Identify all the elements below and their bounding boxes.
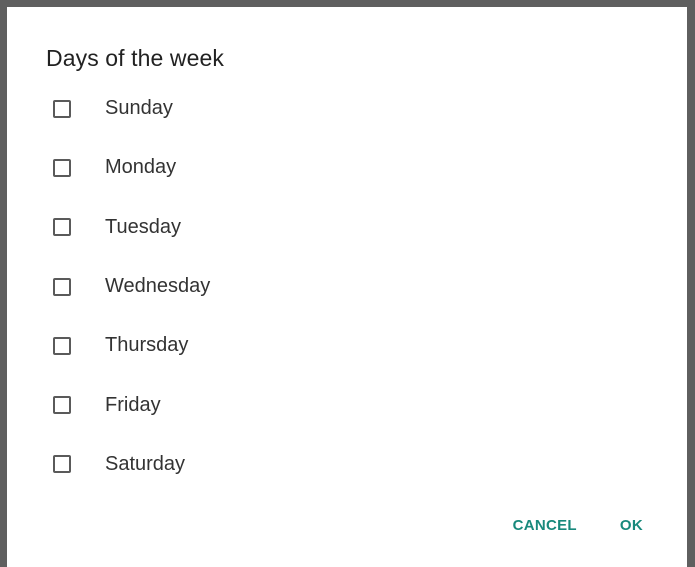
day-option-thursday[interactable]: Thursday bbox=[7, 316, 687, 375]
checkbox-icon[interactable] bbox=[53, 396, 71, 415]
day-label: Thursday bbox=[105, 334, 189, 357]
day-option-saturday[interactable]: Saturday bbox=[7, 435, 687, 494]
day-option-sunday[interactable]: Sunday bbox=[7, 79, 687, 138]
day-label: Tuesday bbox=[105, 215, 181, 238]
ok-button[interactable]: OK bbox=[620, 517, 643, 534]
checkbox-icon[interactable] bbox=[53, 99, 71, 118]
cancel-button[interactable]: CANCEL bbox=[513, 517, 577, 534]
day-label: Wednesday bbox=[105, 275, 211, 298]
day-label: Saturday bbox=[105, 452, 186, 475]
dialog-actions: CANCEL OK bbox=[513, 517, 643, 534]
checkbox-icon[interactable] bbox=[53, 336, 71, 355]
day-label: Sunday bbox=[105, 97, 173, 120]
day-option-monday[interactable]: Monday bbox=[7, 138, 687, 197]
checkbox-icon[interactable] bbox=[53, 455, 71, 474]
checkbox-icon[interactable] bbox=[53, 277, 71, 296]
checkbox-icon[interactable] bbox=[53, 158, 71, 177]
days-of-week-dialog: Days of the week Sunday Monday Tuesday W… bbox=[7, 7, 687, 567]
day-option-tuesday[interactable]: Tuesday bbox=[7, 198, 687, 257]
day-label: Friday bbox=[105, 393, 161, 416]
checkbox-icon[interactable] bbox=[53, 218, 71, 237]
day-option-friday[interactable]: Friday bbox=[7, 375, 687, 434]
dialog-title: Days of the week bbox=[46, 45, 225, 71]
day-label: Monday bbox=[105, 156, 177, 179]
day-option-wednesday[interactable]: Wednesday bbox=[7, 257, 687, 316]
day-list: Sunday Monday Tuesday Wednesday Thursday… bbox=[7, 79, 687, 494]
